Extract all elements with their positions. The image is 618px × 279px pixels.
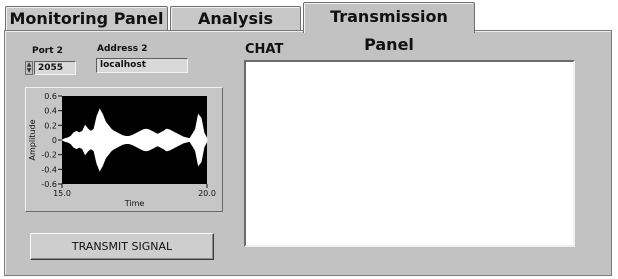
address-label: Address 2 (97, 44, 148, 54)
tab-transmission-panel[interactable]: Transmission Panel (303, 2, 475, 54)
transmit-signal-button[interactable]: TRANSMIT SIGNAL (30, 233, 214, 260)
y-tick-label: -0.4 (41, 165, 57, 174)
port-spinner[interactable]: ▲ ▼ (25, 61, 33, 75)
x-axis-label: Time (124, 199, 145, 208)
chat-textbox[interactable] (244, 60, 575, 247)
port-input[interactable]: 2055 (34, 61, 76, 75)
y-tick-label: -0.6 (41, 180, 57, 189)
y-tick-label: 0.4 (44, 107, 57, 116)
y-tick-label: 0 (52, 136, 57, 145)
spin-down-icon[interactable]: ▼ (26, 68, 32, 74)
port-label: Port 2 (32, 46, 63, 56)
waveform-chart-svg: 0.6 0.4 0.2 0 -0.2 -0.4 -0.615.0 20.0 Time Amplit… (28, 92, 216, 208)
tab-monitoring-panel[interactable]: Monitoring Panel (5, 6, 168, 30)
tab-analysis-panel[interactable]: Analysis Panel (170, 6, 301, 52)
x-tick-label: 20.0 (198, 189, 216, 198)
y-tick-label: 0.6 (44, 92, 57, 101)
address-input[interactable]: localhost (96, 58, 188, 73)
x-tick-label: 15.0 (53, 189, 71, 198)
waveform-chart: 0.6 0.4 0.2 0 -0.2 -0.4 -0.6 15.0 20.0 Time Amplit… (25, 87, 223, 212)
chat-title: CHAT (245, 42, 284, 57)
y-tick-label: -0.2 (41, 151, 57, 160)
y-tick-label: 0.2 (44, 121, 57, 130)
y-axis-label: Amplitude (28, 119, 37, 160)
